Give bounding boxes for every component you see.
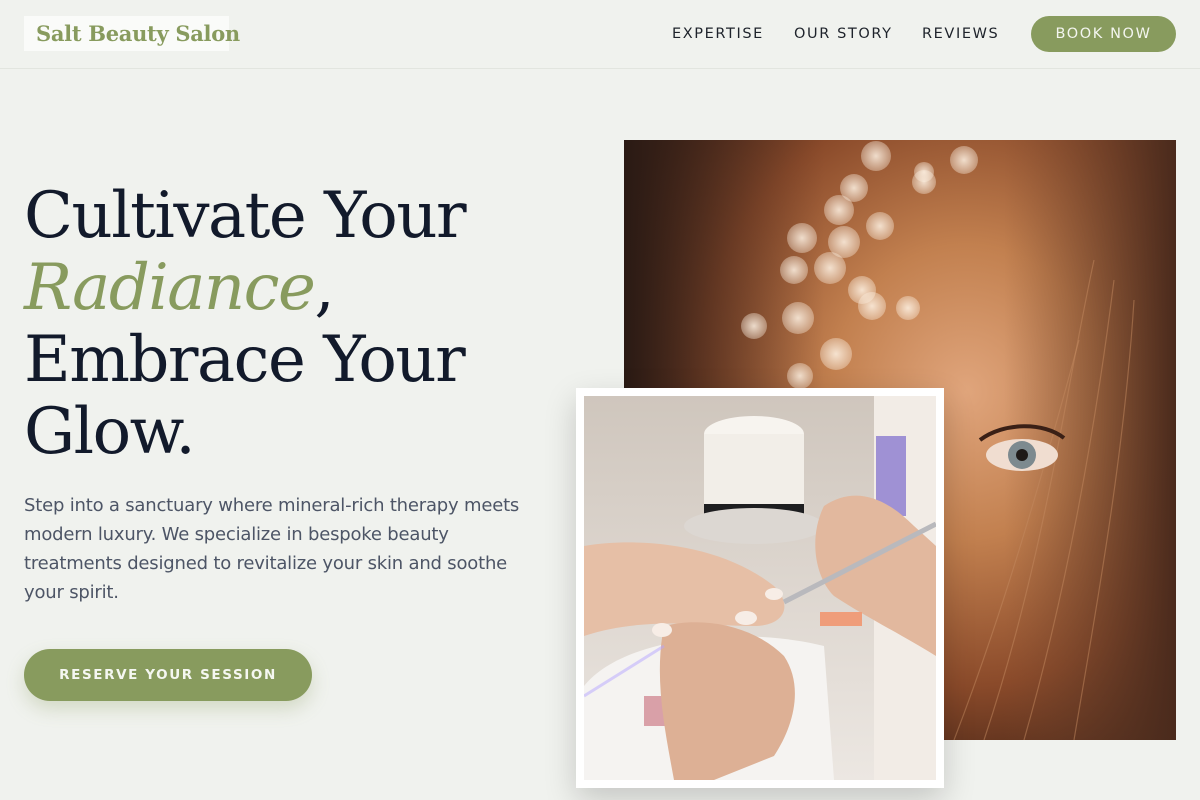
hero-title: Cultivate Your Radiance, Embrace Your Gl… [24, 180, 564, 468]
hero-title-line-3: Embrace Your [24, 323, 466, 397]
hero-title-accent: Radiance [24, 251, 316, 325]
manicure-photo-illustration [584, 396, 936, 780]
reserve-session-button[interactable]: RESERVE YOUR SESSION [24, 649, 312, 701]
nav-link-reviews[interactable]: REVIEWS [922, 24, 999, 44]
nav-link-expertise[interactable]: EXPERTISE [672, 24, 764, 44]
site-header: Salt Beauty Salon EXPERTISE OUR STORY RE… [0, 0, 1200, 69]
nav-link-our-story[interactable]: OUR STORY [794, 24, 893, 44]
hero-title-line-1: Cultivate Your [24, 179, 467, 253]
hero-title-comma: , [314, 251, 334, 325]
manicure-photo [584, 396, 936, 780]
manicure-photo-frame [576, 388, 944, 788]
hero-description: Step into a sanctuary where mineral-rich… [24, 495, 520, 603]
book-now-button[interactable]: BOOK NOW [1031, 16, 1176, 52]
hero-title-line-2: Radiance, [24, 252, 564, 324]
hero-title-line-4: Glow. [24, 395, 196, 469]
brand-logo[interactable]: Salt Beauty Salon [24, 16, 240, 51]
